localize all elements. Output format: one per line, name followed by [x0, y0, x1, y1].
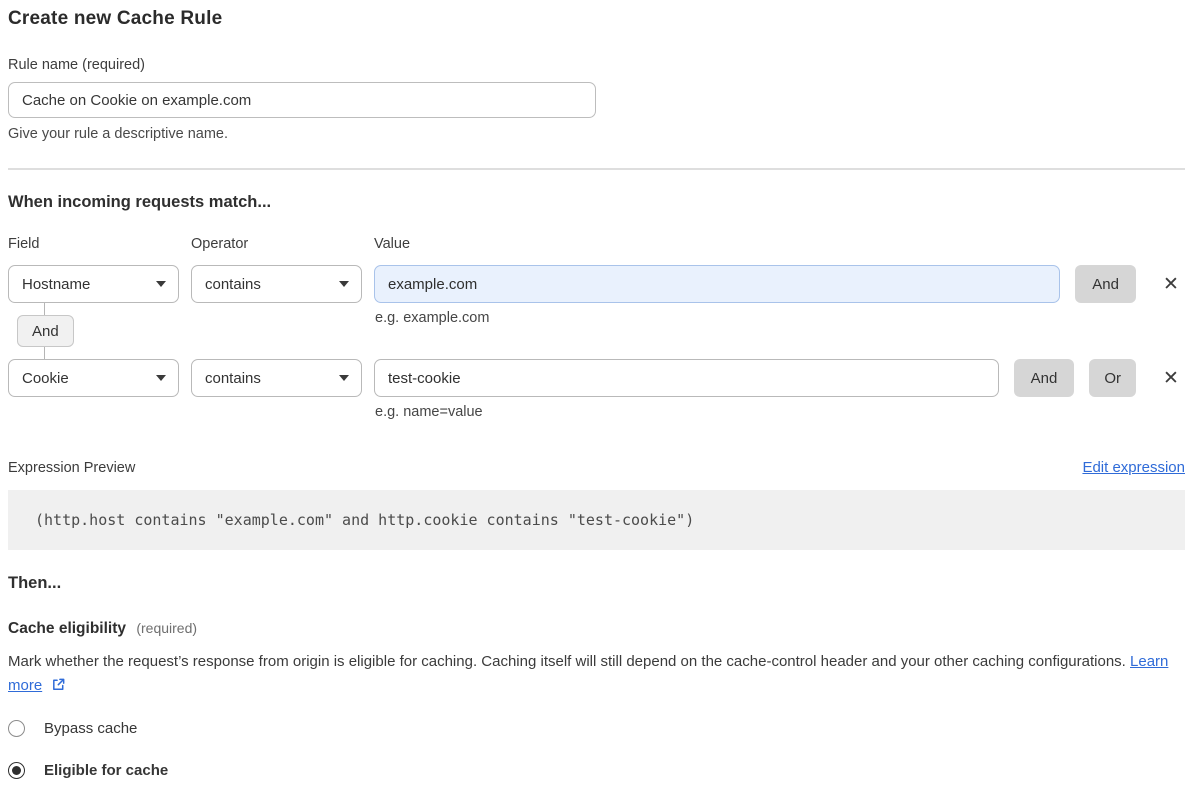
radio-option-eligible-for-cache[interactable]: Eligible for cache	[8, 762, 168, 779]
or-button[interactable]: Or	[1089, 359, 1136, 397]
field-select-value: Cookie	[22, 370, 69, 387]
external-link-icon	[51, 676, 66, 700]
radio-button-selected-icon	[8, 762, 25, 779]
operator-select[interactable]: contains	[191, 359, 362, 397]
cache-eligibility-title: Cache eligibility	[8, 620, 126, 637]
remove-condition-button[interactable]: ✕	[1157, 359, 1185, 397]
expression-code: (http.host contains "example.com" and ht…	[8, 490, 1185, 550]
condition-connector: And	[8, 315, 148, 347]
and-button[interactable]: And	[1014, 359, 1075, 397]
description-text: Mark whether the request’s response from…	[8, 653, 1126, 670]
chevron-down-icon	[156, 375, 166, 381]
value-column: e.g. example.com	[374, 265, 1060, 303]
connector-and-button[interactable]: And	[17, 315, 74, 347]
column-label-field: Field	[8, 236, 179, 252]
radio-label: Eligible for cache	[44, 762, 168, 779]
condition-builder: Field Operator Value Hostname contains e…	[8, 236, 1185, 397]
expression-preview-label: Expression Preview	[8, 460, 135, 476]
chevron-down-icon	[339, 281, 349, 287]
remove-condition-button[interactable]: ✕	[1157, 265, 1185, 303]
condition-row-2: Cookie contains e.g. name=value And Or ✕	[8, 359, 1185, 397]
chevron-down-icon	[339, 375, 349, 381]
field-select[interactable]: Hostname	[8, 265, 179, 303]
value-hint: e.g. name=value	[375, 404, 483, 420]
edit-expression-link[interactable]: Edit expression	[1082, 459, 1185, 476]
then-heading: Then...	[8, 574, 1185, 593]
chevron-down-icon	[156, 281, 166, 287]
rule-name-input[interactable]	[8, 82, 596, 118]
radio-button-icon	[8, 720, 25, 737]
match-heading: When incoming requests match...	[8, 193, 1185, 212]
radio-label: Bypass cache	[44, 720, 137, 737]
close-icon: ✕	[1163, 369, 1179, 388]
create-cache-rule-page: Create new Cache Rule Rule name (require…	[0, 0, 1200, 803]
cache-eligibility-description: Mark whether the request’s response from…	[8, 650, 1170, 700]
close-icon: ✕	[1163, 275, 1179, 294]
operator-select-value: contains	[205, 276, 261, 293]
rule-name-section: Rule name (required) Give your rule a de…	[8, 57, 1185, 142]
section-divider	[8, 168, 1185, 170]
radio-option-bypass-cache[interactable]: Bypass cache	[8, 720, 137, 737]
value-input[interactable]	[374, 359, 999, 397]
field-select[interactable]: Cookie	[8, 359, 179, 397]
field-select-value: Hostname	[22, 276, 90, 293]
value-column: e.g. name=value	[374, 359, 999, 397]
required-note: (required)	[136, 620, 197, 636]
page-title: Create new Cache Rule	[8, 8, 1185, 30]
operator-select[interactable]: contains	[191, 265, 362, 303]
value-input[interactable]	[374, 265, 1060, 303]
cache-eligibility-heading: Cache eligibility (required)	[8, 620, 1185, 638]
and-button[interactable]: And	[1075, 265, 1136, 303]
column-label-value: Value	[374, 236, 1185, 252]
condition-row-1: Hostname contains e.g. example.com And ✕	[8, 265, 1185, 303]
operator-select-value: contains	[205, 370, 261, 387]
column-labels: Field Operator Value	[8, 236, 1185, 252]
expression-preview-header: Expression Preview Edit expression	[8, 459, 1185, 476]
value-hint: e.g. example.com	[375, 310, 489, 326]
rule-name-label: Rule name (required)	[8, 57, 1185, 73]
column-label-operator: Operator	[191, 236, 362, 252]
rule-name-helper: Give your rule a descriptive name.	[8, 126, 1185, 142]
